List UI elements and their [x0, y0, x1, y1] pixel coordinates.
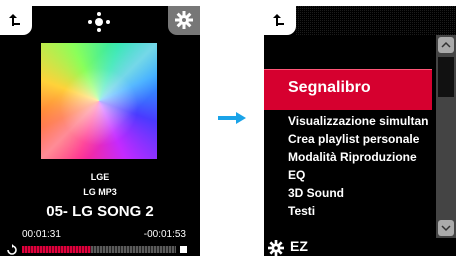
- settings-button[interactable]: [168, 6, 200, 35]
- elapsed-time: 00:01:31: [22, 229, 61, 240]
- remaining-time: -00:01:53: [143, 229, 186, 240]
- back-arrow-icon: [273, 14, 284, 26]
- menu-screen: Segnalibro Visualizzazione simultan Crea…: [264, 6, 456, 256]
- menu-item[interactable]: Crea playlist personale: [264, 130, 432, 148]
- scrollbar[interactable]: [436, 35, 456, 238]
- scroll-up-button[interactable]: [438, 37, 454, 53]
- menu-item[interactable]: 3D Sound: [264, 184, 432, 202]
- artist-name: LGE: [90, 172, 110, 182]
- menu-item-label: Segnalibro: [288, 79, 371, 96]
- menu-list: Visualizzazione simultan Crea playlist p…: [264, 112, 432, 220]
- menu-item[interactable]: Visualizzazione simultan: [264, 112, 432, 130]
- bottom-bar[interactable]: EZ: [264, 238, 456, 256]
- scroll-down-button[interactable]: [438, 220, 454, 236]
- menu-item[interactable]: EQ: [264, 166, 432, 184]
- menu-item[interactable]: Modalità Riproduzione: [264, 148, 432, 166]
- gear-icon: [175, 11, 193, 29]
- scroll-thumb[interactable]: [438, 57, 454, 97]
- progress-end-marker: [180, 246, 187, 253]
- menu-dots-icon[interactable]: [86, 12, 112, 37]
- chevron-down-icon: [441, 225, 451, 232]
- right-arrow-icon: [218, 111, 246, 129]
- album-art: [41, 43, 157, 159]
- ez-label: EZ: [290, 238, 308, 254]
- progress-bar[interactable]: [22, 246, 176, 253]
- gear-icon: [268, 240, 284, 256]
- menu-item[interactable]: Testi: [264, 202, 432, 220]
- back-button[interactable]: [264, 6, 296, 35]
- song-title: 05- LG SONG 2: [46, 203, 154, 220]
- menu-item-selected[interactable]: Segnalibro: [264, 69, 432, 110]
- back-arrow-icon: [9, 14, 20, 26]
- back-button[interactable]: [0, 6, 32, 35]
- album-name: LG MP3: [83, 187, 117, 197]
- repeat-icon[interactable]: [6, 243, 18, 256]
- player-screen: LGE LG MP3 05- LG SONG 2 00:01:31 -00:01…: [0, 6, 200, 256]
- progress-fill: [22, 246, 92, 253]
- top-bar-pattern: [296, 6, 456, 35]
- chevron-up-icon: [441, 41, 451, 48]
